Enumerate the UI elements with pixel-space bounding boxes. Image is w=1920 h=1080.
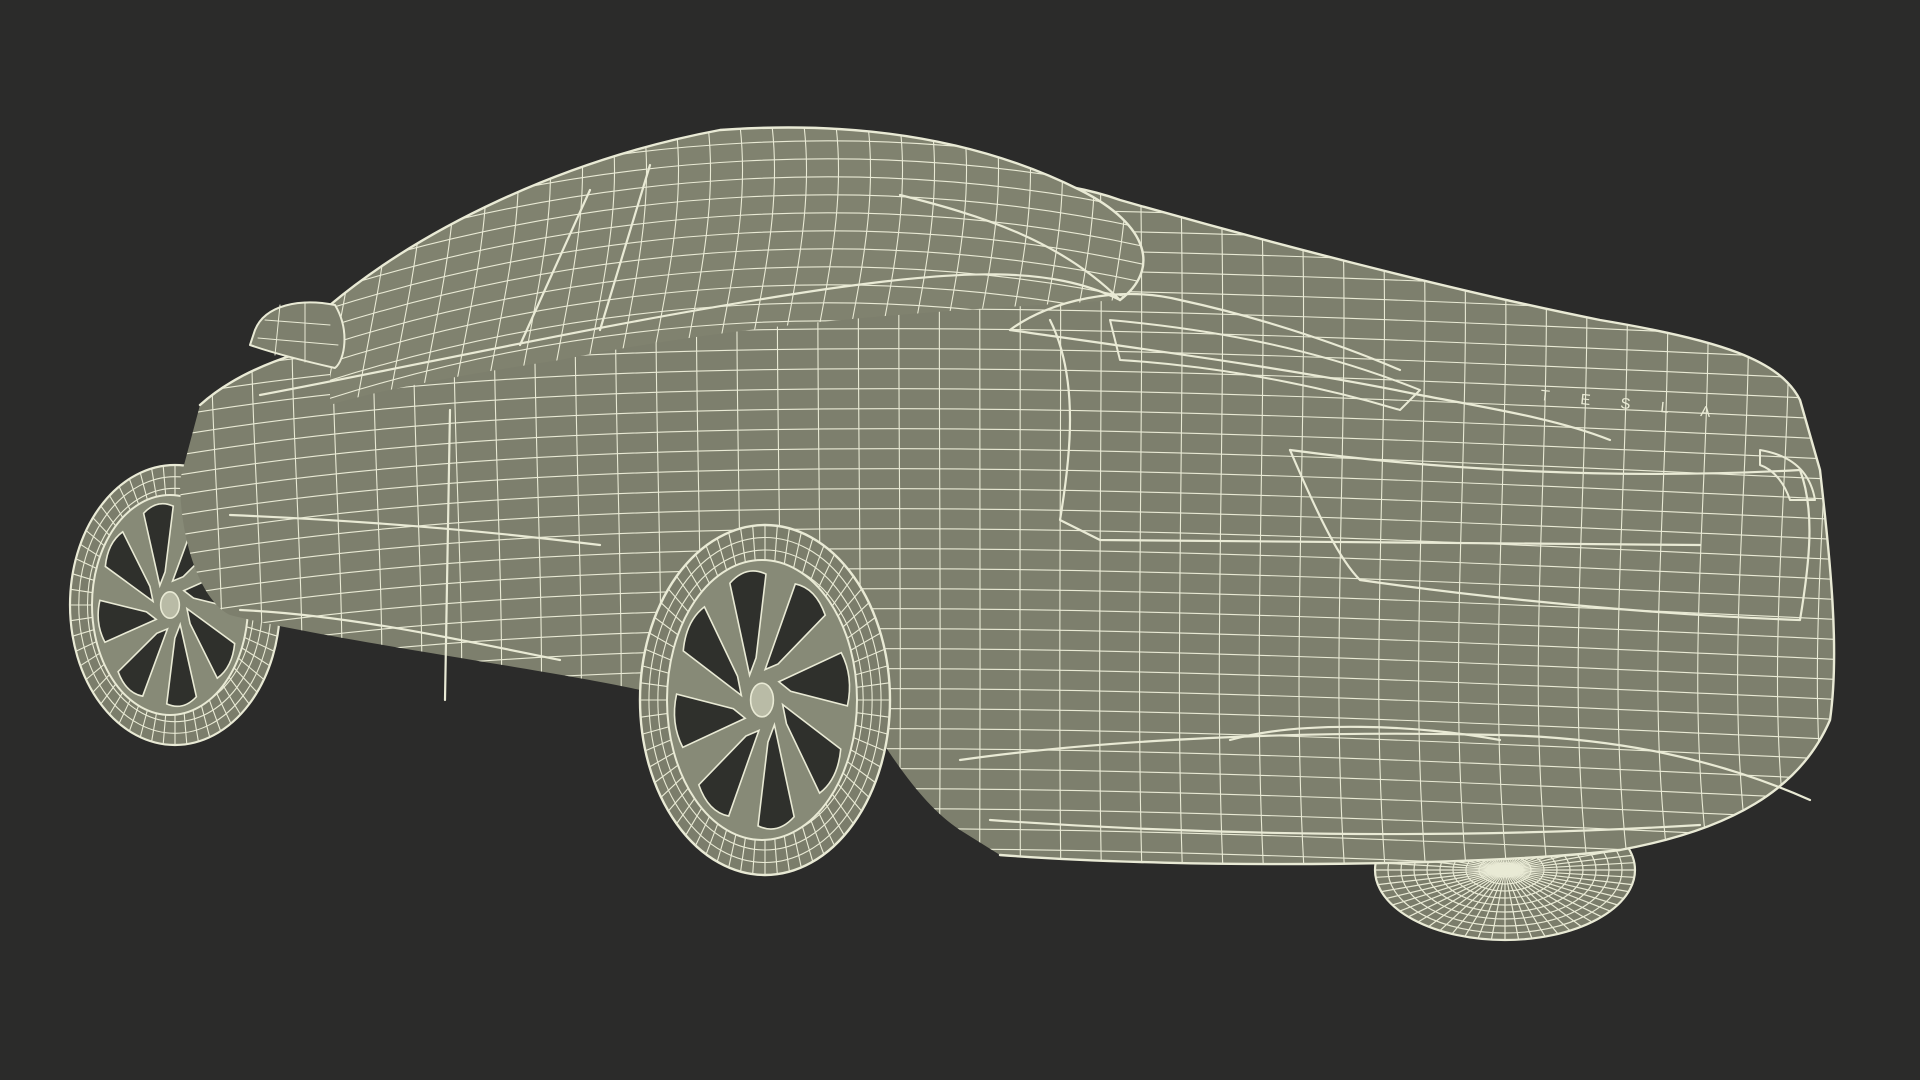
svg-text:S: S — [1620, 395, 1632, 413]
svg-text:A: A — [1700, 403, 1712, 421]
render-viewport: T E S L A — [0, 0, 1920, 1080]
wheel-hub — [749, 682, 775, 718]
svg-text:T: T — [1540, 387, 1551, 405]
wheel-hub — [159, 590, 181, 619]
svg-text:L: L — [1660, 399, 1670, 417]
wireframe-scene: T E S L A — [68, 126, 1836, 942]
svg-text:E: E — [1580, 391, 1592, 409]
rear-wheel — [638, 523, 892, 877]
side-mirror — [249, 301, 346, 369]
